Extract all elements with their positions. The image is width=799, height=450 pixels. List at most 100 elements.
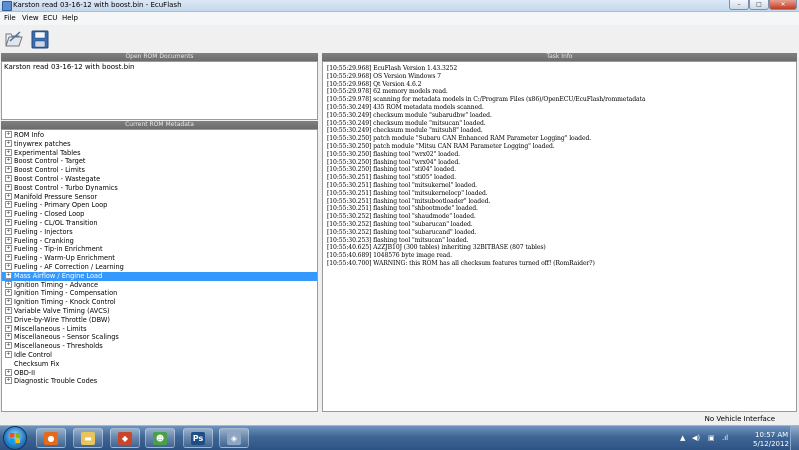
tree-item-label: Fueling - Primary Open Loop	[14, 201, 108, 210]
tree-item[interactable]: + Experimental Tables	[2, 148, 317, 158]
expand-plus-icon[interactable]: +	[5, 245, 12, 253]
expand-plus-icon[interactable]: +	[5, 192, 12, 200]
expand-plus-icon[interactable]: +	[5, 289, 12, 297]
expand-plus-icon[interactable]: +	[5, 174, 12, 182]
log-line: [10:55:30.249] checksum module "mitsucan…	[327, 119, 486, 127]
expand-plus-icon[interactable]: +	[5, 201, 12, 209]
maximize-button[interactable]: □	[749, 0, 769, 10]
expand-plus-icon[interactable]: +	[5, 333, 12, 341]
log-line: [10:55:29.978] 62 memory models read.	[327, 88, 448, 96]
log-line: [10:55:29.968] Qt Version 4.6.2	[327, 80, 422, 88]
tree-item[interactable]: + OBD-II	[2, 368, 317, 378]
tree-item[interactable]: + Miscellaneous - Sensor Scalings	[2, 333, 317, 342]
tree-item[interactable]: + Ignition Timing - Knock Control	[2, 298, 317, 307]
tree-item[interactable]: + Manifold Pressure Sensor	[2, 192, 317, 202]
expand-plus-icon[interactable]: +	[5, 139, 12, 147]
tree-item[interactable]: + Fueling - Injectors	[2, 227, 317, 237]
photoshop-icon: Ps	[191, 432, 205, 445]
network-icon[interactable]: ▣	[708, 434, 715, 442]
expand-plus-icon[interactable]: +	[5, 183, 12, 191]
expand-plus-icon[interactable]: +	[5, 157, 12, 165]
expand-plus-icon[interactable]: +	[5, 218, 12, 226]
windows-logo-icon	[10, 433, 20, 443]
log-line: [10:55:30.252] flashing tool "subarucand…	[327, 228, 477, 236]
menu-help[interactable]: Help	[62, 14, 78, 23]
expand-plus-icon[interactable]: +	[5, 377, 12, 385]
expand-plus-icon[interactable]: +	[5, 254, 12, 262]
tree-item[interactable]: + Fueling - AF Correction / Learning	[2, 262, 317, 272]
signal-icon[interactable]: .ıl	[722, 434, 728, 442]
tree-item[interactable]: + Miscellaneous - Limits	[2, 324, 317, 334]
tree-item[interactable]: + Miscellaneous - Thresholds	[2, 342, 317, 351]
tree-item[interactable]: + Drive-by-Wire Throttle (DBW)	[2, 315, 317, 325]
clock-time[interactable]: 10:57 AM	[755, 431, 788, 439]
log-line: [10:55:40.625] A2ZJB10J (300 tables) inh…	[327, 244, 546, 252]
menu-ecu[interactable]: ECU	[43, 14, 57, 23]
tree-item-label: Mass Airflow / Engine Load	[14, 271, 103, 280]
expand-plus-icon[interactable]: +	[5, 342, 12, 350]
expand-plus-icon[interactable]: +	[5, 148, 12, 156]
expand-plus-icon[interactable]: +	[5, 210, 12, 218]
minimize-button[interactable]: –	[729, 0, 749, 10]
tree-item[interactable]: + Fueling - Warm-Up Enrichment	[2, 254, 317, 263]
taskbar-app-button[interactable]: ▬	[73, 428, 103, 448]
taskbar-app-button[interactable]: ◈	[219, 428, 249, 448]
expand-plus-icon[interactable]: +	[5, 298, 12, 306]
tree-item[interactable]: + Ignition Timing - Compensation	[2, 289, 317, 298]
tree-item[interactable]: + Boost Control - Target	[2, 157, 317, 166]
save-button[interactable]	[30, 29, 50, 50]
menu-view[interactable]: View	[22, 14, 39, 23]
expand-plus-icon[interactable]: +	[5, 324, 12, 332]
tree-item[interactable]: + Fueling - Primary Open Loop	[2, 201, 317, 210]
taskbar-app-button[interactable]: ●	[36, 428, 66, 448]
tree-item-label: Experimental Tables	[14, 148, 81, 157]
tree-item-label: Fueling - Injectors	[14, 227, 73, 236]
tree-item[interactable]: + Mass Airflow / Engine Load	[2, 271, 317, 281]
tree-item[interactable]: + Fueling - Cranking	[2, 236, 317, 246]
taskbar-app-button[interactable]: ◆	[110, 428, 140, 448]
speaker-icon[interactable]: ◀)	[692, 434, 700, 442]
taskbar-app-button[interactable]: ☻	[145, 428, 175, 448]
tree-item[interactable]: + Variable Valve Timing (AVCS)	[2, 306, 317, 316]
tree-item[interactable]: Checksum Fix	[2, 360, 317, 369]
expand-plus-icon[interactable]: +	[5, 130, 12, 138]
expand-plus-icon[interactable]: +	[5, 315, 12, 323]
expand-plus-icon[interactable]: +	[5, 368, 12, 376]
tree-item[interactable]: + tinywrex patches	[2, 139, 317, 149]
tree-item[interactable]: + Boost Control - Wastegate	[2, 174, 317, 184]
tree-item[interactable]: + Ignition Timing - Advance	[2, 280, 317, 290]
clock-date[interactable]: 5/12/2012	[753, 440, 789, 448]
log-line: [10:55:30.252] flashing tool "shaudmode"…	[327, 213, 476, 221]
show-desktop-button[interactable]	[790, 426, 799, 450]
folder-icon: ▬	[81, 432, 95, 445]
close-button[interactable]: ✕	[769, 0, 797, 10]
tree-item[interactable]: + Idle Control	[2, 350, 317, 360]
expand-plus-icon[interactable]: +	[5, 306, 12, 314]
expand-plus-icon[interactable]: +	[5, 166, 12, 174]
log-line: [10:55:30.249] checksum module "mitsuh8"…	[327, 127, 483, 135]
taskbar-app-button[interactable]: Ps	[183, 428, 213, 448]
tree-item[interactable]: + Boost Control - Turbo Dynamics	[2, 183, 317, 193]
tree-item[interactable]: + Fueling - Closed Loop	[2, 210, 317, 219]
start-button[interactable]	[3, 426, 27, 450]
vehicle-interface-status: No Vehicle Interface	[704, 415, 775, 423]
expand-plus-icon[interactable]: +	[5, 236, 12, 244]
log-line: [10:55:40.700] WARNING: this ROM has all…	[327, 260, 595, 267]
rom-document-item[interactable]: Karston read 03-16-12 with boost.bin	[4, 63, 134, 72]
expand-plus-icon[interactable]: +	[5, 271, 12, 279]
expand-plus-icon[interactable]: +	[5, 262, 12, 270]
open-button[interactable]	[4, 29, 24, 50]
expand-plus-icon[interactable]: +	[5, 350, 12, 358]
tree-item[interactable]: + Fueling - Tip-in Enrichment	[2, 245, 317, 254]
log-line: [10:55:30.250] flashing tool "sti04" loa…	[327, 166, 456, 174]
tree-item-label: Fueling - AF Correction / Learning	[14, 263, 124, 271]
expand-plus-icon[interactable]: +	[5, 227, 12, 235]
tree-item[interactable]: + Boost Control - Limits	[2, 166, 317, 175]
tree-item[interactable]: + Diagnostic Trouble Codes	[2, 377, 317, 386]
menu-file[interactable]: File	[4, 14, 16, 23]
tray-arrow-icon[interactable]: ▲	[680, 434, 685, 442]
tree-item[interactable]: + Fueling - CL/OL Transition	[2, 218, 317, 228]
tree-item[interactable]: + ROM Info	[2, 130, 317, 140]
tree-item-label: Fueling - Warm-Up Enrichment	[14, 254, 115, 263]
expand-plus-icon[interactable]: +	[5, 280, 12, 288]
